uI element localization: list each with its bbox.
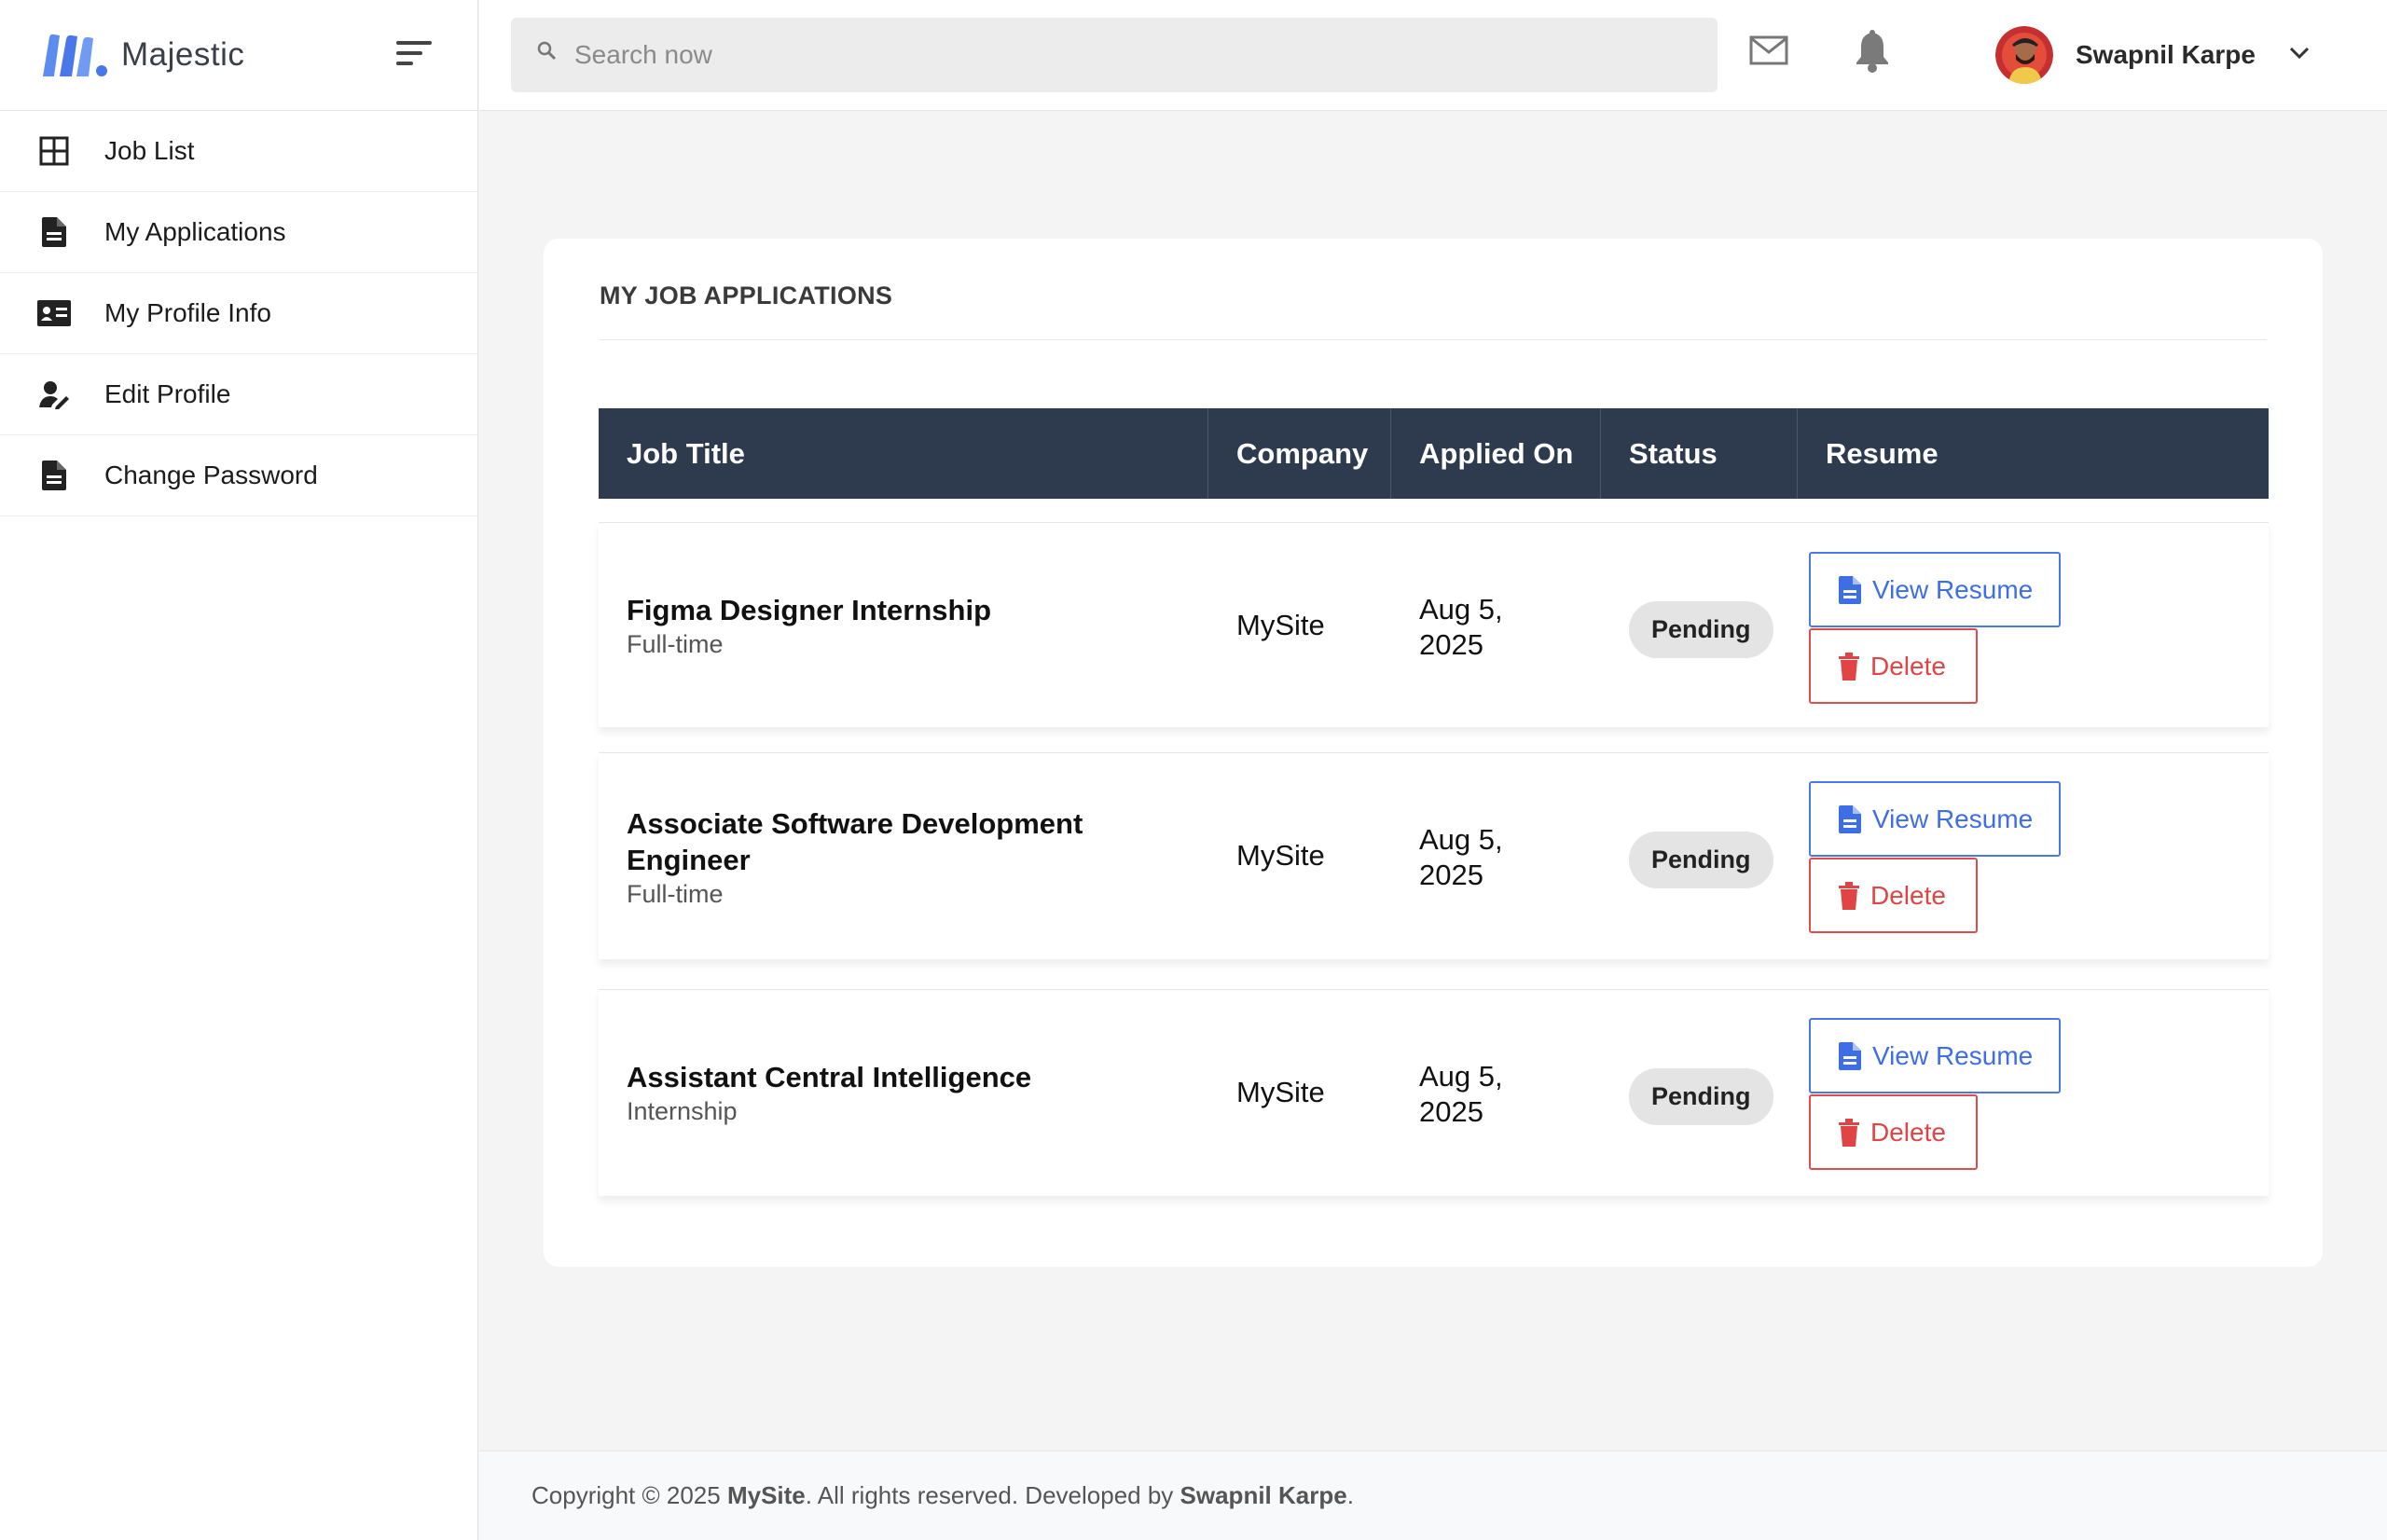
sidebar-item-label: My Profile Info bbox=[104, 298, 271, 327]
job-cell: Associate Software Development Engineer … bbox=[627, 805, 1149, 910]
applied-date-line: Aug 5, bbox=[1419, 1060, 1503, 1093]
user-edit-icon bbox=[37, 378, 71, 411]
footer-text: . All rights reserved. Developed by bbox=[805, 1481, 1180, 1509]
document-icon bbox=[37, 459, 71, 492]
delete-label: Delete bbox=[1870, 1117, 1946, 1147]
status-cell: Pending bbox=[1629, 1068, 1773, 1125]
document-icon bbox=[1839, 804, 1861, 833]
delete-label: Delete bbox=[1870, 651, 1946, 681]
company-name: MySite bbox=[1236, 839, 1325, 872]
sidebar-item-change-password[interactable]: Change Password bbox=[0, 435, 477, 516]
id-card-icon bbox=[37, 296, 71, 330]
job-type: Full-time bbox=[627, 630, 724, 658]
user-menu[interactable]: Swapnil Karpe bbox=[1995, 25, 2310, 85]
company-name: MySite bbox=[1236, 1076, 1325, 1108]
job-type: Full-time bbox=[627, 880, 724, 908]
topbar: Swapnil Karpe bbox=[479, 0, 2387, 111]
table-row: Associate Software Development Engineer … bbox=[599, 752, 2269, 959]
mail-icon[interactable] bbox=[1749, 35, 1788, 70]
search-bar bbox=[511, 18, 1718, 92]
status-cell: Pending bbox=[1629, 832, 1773, 888]
table-header: Job Title Company Applied On Status Resu… bbox=[599, 408, 2269, 499]
footer: Copyright © 2025 MySite. All rights rese… bbox=[479, 1451, 2387, 1540]
page-title: MY JOB APPLICATIONS bbox=[600, 282, 893, 309]
grid-icon bbox=[37, 134, 71, 168]
avatar[interactable] bbox=[1995, 26, 2053, 84]
view-resume-label: View Resume bbox=[1872, 804, 2034, 833]
view-resume-button[interactable]: View Resume bbox=[1809, 552, 2061, 627]
document-icon bbox=[1839, 575, 1861, 604]
trash-icon bbox=[1839, 652, 1859, 681]
company-name: MySite bbox=[1236, 609, 1325, 641]
sidebar-item-my-profile-info[interactable]: My Profile Info bbox=[0, 273, 477, 354]
sidebar-item-label: Job List bbox=[104, 136, 195, 165]
column-header-company: Company bbox=[1208, 408, 1391, 499]
footer-copyright: Copyright © 2025 MySite. All rights rese… bbox=[531, 1481, 1354, 1510]
column-header-applied-on: Applied On bbox=[1391, 408, 1601, 499]
document-icon bbox=[37, 215, 71, 249]
job-cell: Figma Designer Internship Full-time bbox=[627, 592, 991, 660]
delete-button[interactable]: Delete bbox=[1809, 628, 1978, 704]
applied-date-line: 2025 bbox=[1419, 1095, 1483, 1128]
sidebar-item-my-applications[interactable]: My Applications bbox=[0, 192, 477, 273]
view-resume-label: View Resume bbox=[1872, 1040, 2034, 1070]
applied-date-line: Aug 5, bbox=[1419, 593, 1503, 626]
view-resume-button[interactable]: View Resume bbox=[1809, 1018, 2061, 1093]
status-badge: Pending bbox=[1629, 832, 1773, 888]
job-title: Figma Designer Internship bbox=[627, 594, 992, 626]
view-resume-button[interactable]: View Resume bbox=[1809, 781, 2061, 857]
job-cell: Assistant Central Intelligence Internshi… bbox=[627, 1059, 1031, 1127]
trash-icon bbox=[1839, 1118, 1859, 1147]
bell-icon[interactable] bbox=[1854, 30, 1891, 77]
sidebar-item-job-list[interactable]: Job List bbox=[0, 111, 477, 192]
trash-icon bbox=[1839, 881, 1859, 910]
column-header-status: Status bbox=[1601, 408, 1798, 499]
view-resume-label: View Resume bbox=[1872, 574, 2034, 604]
search-icon bbox=[537, 41, 558, 66]
applications-card: MY JOB APPLICATIONS Job Title Company Ap… bbox=[544, 239, 2323, 1267]
table-row: Assistant Central Intelligence Internshi… bbox=[599, 989, 2269, 1196]
sidebar-item-label: My Applications bbox=[104, 217, 286, 246]
column-header-resume: Resume bbox=[1826, 436, 1939, 470]
table-row: Figma Designer Internship Full-time MySi… bbox=[599, 522, 2269, 727]
divider bbox=[600, 339, 2267, 340]
job-type: Internship bbox=[627, 1097, 738, 1125]
majestic-logo-icon[interactable] bbox=[41, 32, 108, 78]
job-title: Assistant Central Intelligence bbox=[627, 1061, 1032, 1093]
delete-label: Delete bbox=[1870, 880, 1946, 910]
sidebar: Majestic Job List My Applications My Pro… bbox=[0, 0, 478, 1540]
footer-text: . bbox=[1346, 1481, 1354, 1509]
applied-date-line: 2025 bbox=[1419, 628, 1483, 661]
menu-toggle-icon[interactable] bbox=[396, 41, 432, 65]
user-name: Swapnil Karpe bbox=[2076, 40, 2256, 69]
document-icon bbox=[1839, 1041, 1861, 1070]
search-input[interactable] bbox=[574, 18, 1675, 92]
footer-author: Swapnil Karpe bbox=[1180, 1481, 1347, 1509]
applied-date-line: 2025 bbox=[1419, 859, 1483, 891]
status-badge: Pending bbox=[1629, 1068, 1773, 1125]
footer-text: Copyright © 2025 bbox=[531, 1481, 727, 1509]
brand: Majestic bbox=[0, 0, 477, 111]
job-title: Associate Software Development Engineer bbox=[627, 807, 1083, 876]
chevron-down-icon[interactable] bbox=[2289, 47, 2310, 64]
brand-name: Majestic bbox=[121, 36, 245, 73]
status-badge: Pending bbox=[1629, 601, 1773, 658]
applied-date: Aug 5, 2025 bbox=[1419, 1059, 1503, 1130]
applied-date-line: Aug 5, bbox=[1419, 823, 1503, 856]
footer-site-link: MySite bbox=[726, 1481, 806, 1509]
delete-button[interactable]: Delete bbox=[1809, 1094, 1978, 1170]
sidebar-item-label: Edit Profile bbox=[104, 379, 231, 408]
sidebar-item-label: Change Password bbox=[104, 461, 318, 489]
applied-date: Aug 5, 2025 bbox=[1419, 822, 1503, 893]
column-header-job-title: Job Title bbox=[599, 408, 1208, 499]
delete-button[interactable]: Delete bbox=[1809, 858, 1978, 933]
status-cell: Pending bbox=[1629, 601, 1773, 658]
sidebar-item-edit-profile[interactable]: Edit Profile bbox=[0, 354, 477, 435]
applied-date: Aug 5, 2025 bbox=[1419, 592, 1503, 663]
